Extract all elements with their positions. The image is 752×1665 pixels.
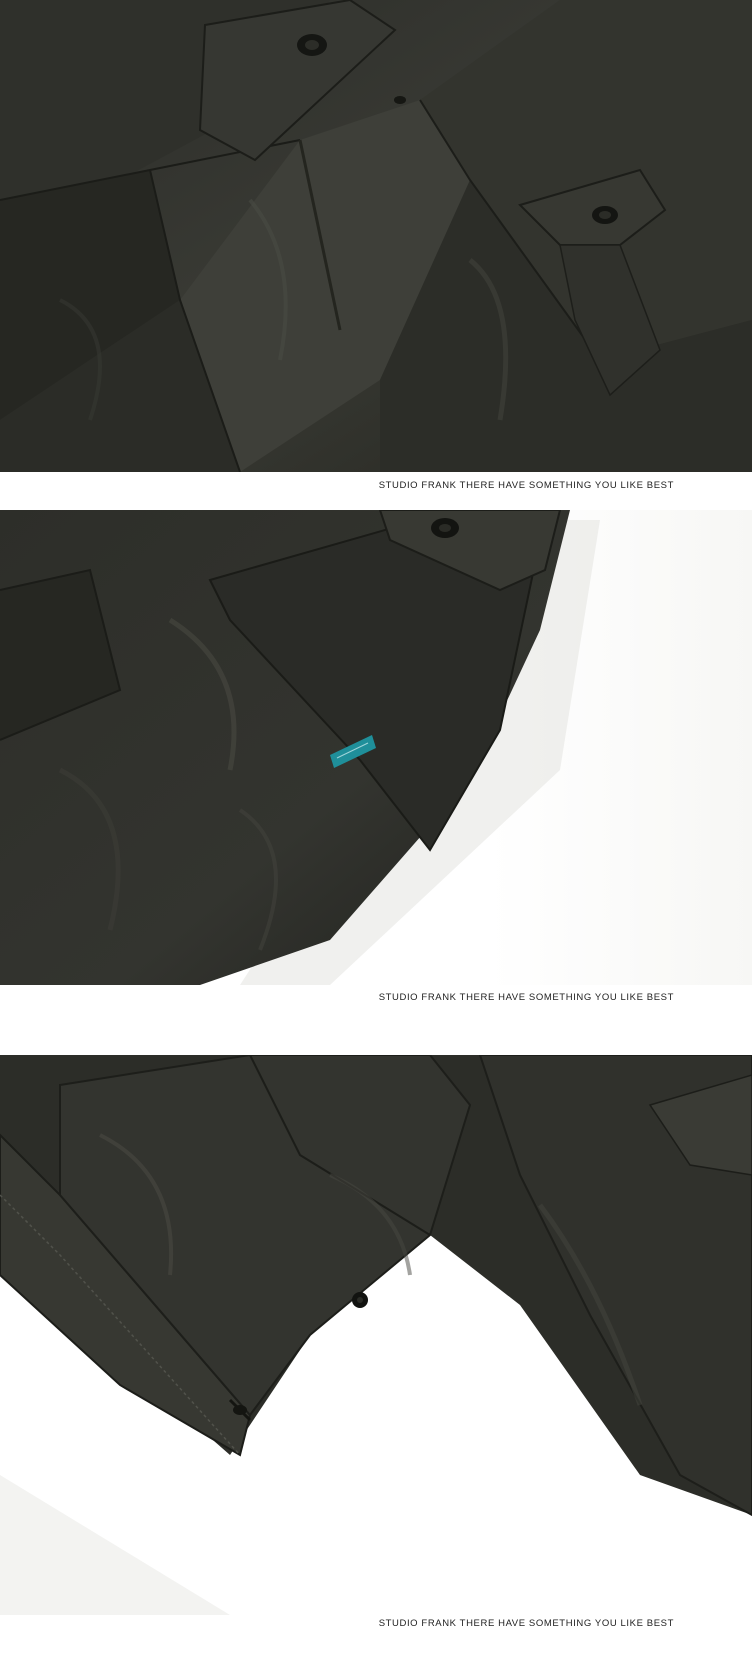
photo-caption: STUDIO FRANK THERE HAVE SOMETHING YOU LI… — [378, 1618, 674, 1629]
jacket-side-pocket-photo — [0, 510, 752, 985]
photo-panel-3: STUDIO FRANK THERE HAVE SOMETHING YOU LI… — [0, 1055, 752, 1665]
jacket-hem-photo — [0, 1055, 752, 1615]
jacket-chest-pocket-photo — [0, 0, 752, 472]
photo-panel-1: STUDIO FRANK THERE HAVE SOMETHING YOU LI… — [0, 0, 752, 510]
photo-caption: STUDIO FRANK THERE HAVE SOMETHING YOU LI… — [378, 480, 674, 491]
photo-caption: STUDIO FRANK THERE HAVE SOMETHING YOU LI… — [378, 992, 674, 1003]
photo-panel-2: STUDIO FRANK THERE HAVE SOMETHING YOU LI… — [0, 510, 752, 1055]
